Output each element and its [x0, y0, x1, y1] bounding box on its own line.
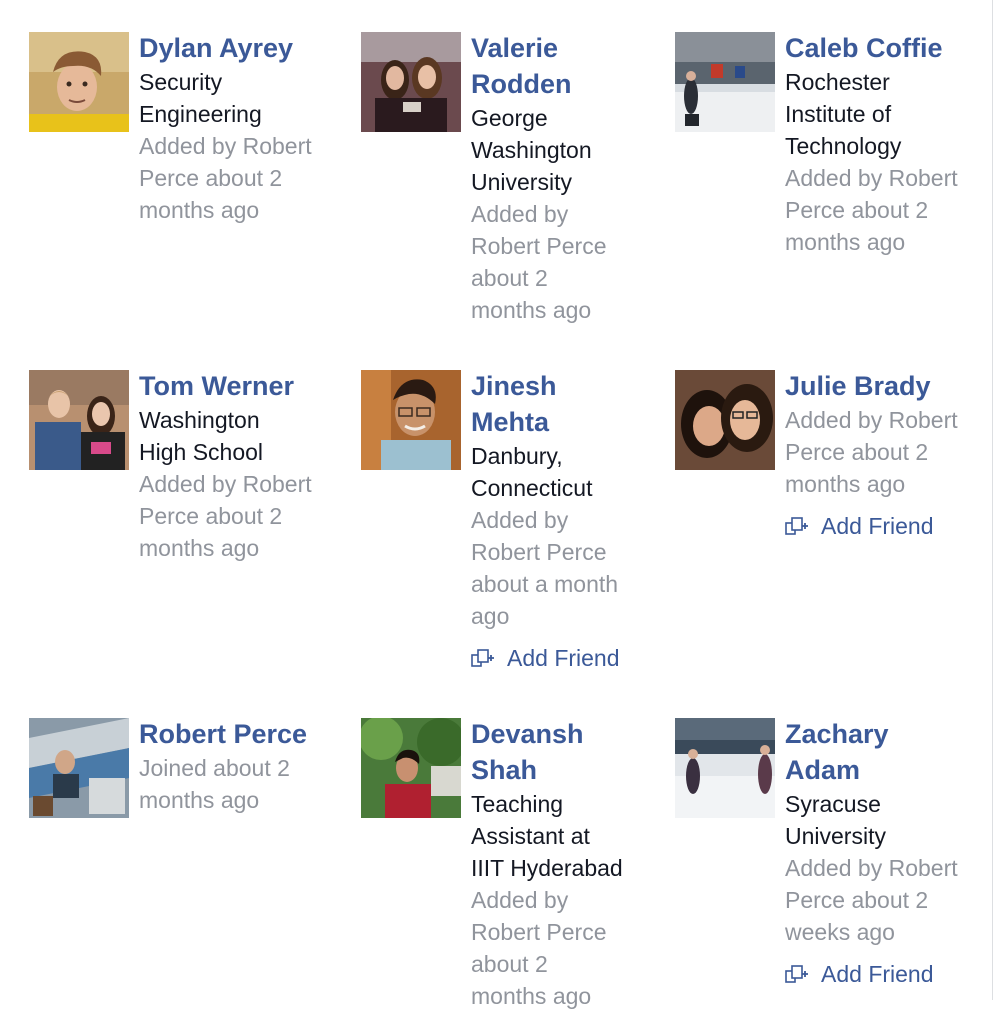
- add-friend-icon: [785, 517, 808, 535]
- friend-name-robert-perce[interactable]: Robert Perce: [139, 716, 307, 752]
- add-friend-button-jinesh-mehta[interactable]: Add Friend: [471, 642, 620, 674]
- profile-photo-jinesh-mehta[interactable]: [361, 370, 461, 470]
- friend-name-zachary-adam[interactable]: Zachary Adam: [785, 716, 958, 788]
- add-friend-button-zachary-adam[interactable]: Add Friend: [785, 958, 958, 990]
- right-border: [992, 0, 993, 1000]
- profile-photo-caleb-coffie[interactable]: [675, 32, 775, 132]
- friend-name-valerie-rodden[interactable]: Valerie Rodden: [471, 30, 607, 102]
- friend-added-info-julie-brady: Added by Robert Perce about 2 months ago: [785, 407, 958, 497]
- friend-added-info-devansh-shah: Added by Robert Perce about 2 months ago: [471, 887, 607, 1009]
- friend-subtitle-valerie-rodden: George Washington University: [471, 105, 592, 195]
- friend-subtitle-zachary-adam: Syracuse University: [785, 791, 886, 849]
- friend-subtitle-jinesh-mehta: Danbury, Connecticut: [471, 443, 593, 501]
- friend-added-info-valerie-rodden: Added by Robert Perce about 2 months ago: [471, 201, 607, 323]
- friend-added-info-zachary-adam: Added by Robert Perce about 2 weeks ago: [785, 855, 958, 945]
- friend-name-jinesh-mehta[interactable]: Jinesh Mehta: [471, 368, 620, 440]
- add-friend-label: Add Friend: [821, 513, 934, 539]
- add-friend-label: Add Friend: [821, 961, 934, 987]
- add-friend-label: Add Friend: [507, 645, 620, 671]
- profile-photo-robert-perce[interactable]: [29, 718, 129, 818]
- friend-name-devansh-shah[interactable]: Devansh Shah: [471, 716, 623, 788]
- friend-name-julie-brady[interactable]: Julie Brady: [785, 368, 958, 404]
- add-friend-icon: [785, 965, 808, 983]
- profile-photo-valerie-rodden[interactable]: [361, 32, 461, 132]
- add-friend-button-julie-brady[interactable]: Add Friend: [785, 510, 958, 542]
- friend-subtitle-devansh-shah: Teaching Assistant at IIIT Hyderabad: [471, 791, 623, 881]
- profile-photo-tom-werner[interactable]: [29, 370, 129, 470]
- friend-name-dylan-ayrey[interactable]: Dylan Ayrey: [139, 30, 312, 66]
- friend-added-info-dylan-ayrey: Added by Robert Perce about 2 months ago: [139, 133, 312, 223]
- friend-added-info-caleb-coffie: Added by Robert Perce about 2 months ago: [785, 165, 958, 255]
- friend-added-info-jinesh-mehta: Added by Robert Perce about a month ago: [471, 507, 619, 629]
- profile-photo-julie-brady[interactable]: [675, 370, 775, 470]
- profile-photo-zachary-adam[interactable]: [675, 718, 775, 818]
- friend-name-tom-werner[interactable]: Tom Werner: [139, 368, 312, 404]
- friend-subtitle-caleb-coffie: Rochester Institute of Technology: [785, 69, 902, 159]
- friend-subtitle-tom-werner: Washington High School: [139, 407, 264, 465]
- friend-joined-info-robert-perce: Joined about 2 months ago: [139, 755, 290, 813]
- friend-added-info-tom-werner: Added by Robert Perce about 2 months ago: [139, 471, 312, 561]
- profile-photo-dylan-ayrey[interactable]: [29, 32, 129, 132]
- friend-subtitle-dylan-ayrey: Security Engineering: [139, 69, 262, 127]
- add-friend-icon: [471, 649, 494, 667]
- profile-photo-devansh-shah[interactable]: [361, 718, 461, 818]
- friend-name-caleb-coffie[interactable]: Caleb Coffie: [785, 30, 958, 66]
